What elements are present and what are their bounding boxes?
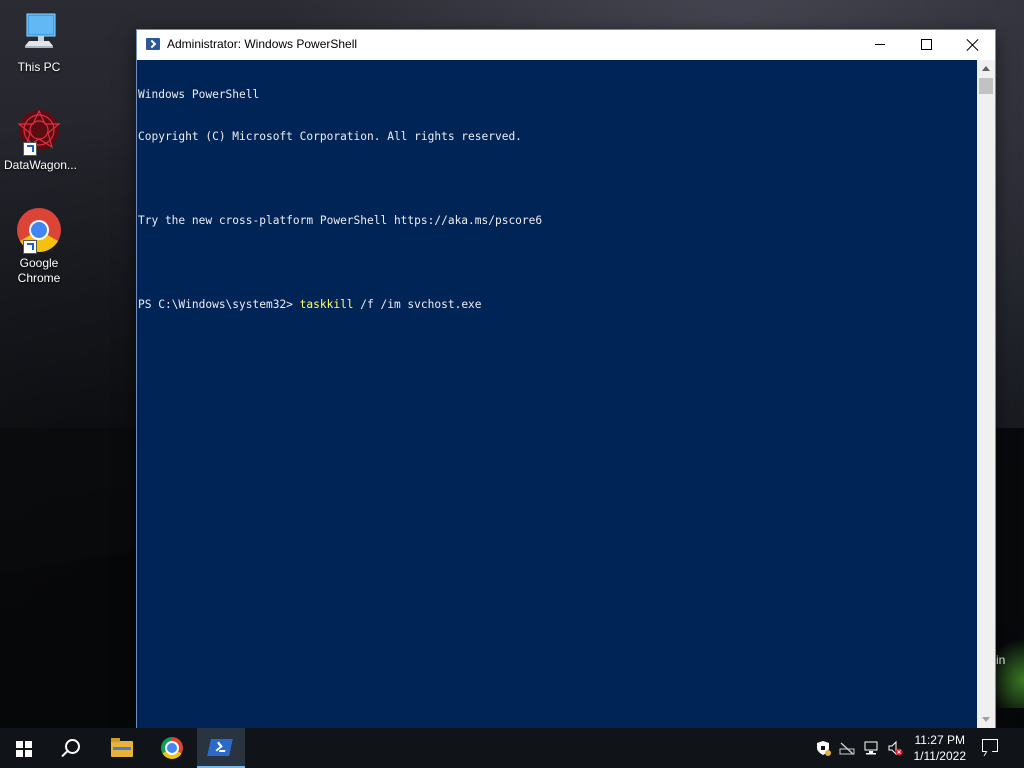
close-button[interactable] (949, 30, 995, 60)
taskbar-file-explorer[interactable] (98, 728, 146, 768)
start-icon (16, 741, 32, 757)
partial-desktop-text: in (996, 653, 1006, 667)
maximize-icon (921, 39, 932, 50)
powershell-icon (207, 739, 233, 756)
console-input-line[interactable]: PS C:\Windows\system32> taskkill /f /im … (138, 298, 977, 312)
file-explorer-icon (111, 738, 133, 757)
search-icon (65, 739, 80, 754)
clock-time: 11:27 PM (914, 733, 965, 747)
search-button[interactable] (48, 728, 96, 768)
action-center-button[interactable] (968, 728, 1014, 768)
network-disabled-icon[interactable] (839, 740, 855, 756)
taskbar: 11:27 PM 1/11/2022 (0, 728, 1024, 768)
taskbar-powershell[interactable] (197, 728, 245, 768)
notification-icon (982, 739, 998, 752)
close-icon (966, 38, 980, 52)
scroll-thumb[interactable] (979, 78, 993, 94)
console-line: Try the new cross-platform PowerShell ht… (138, 214, 543, 227)
chrome-icon (15, 206, 63, 254)
console-prompt: PS C:\Windows\system32> (138, 298, 300, 311)
minimize-button[interactable] (857, 30, 903, 60)
minimize-icon (875, 44, 885, 45)
scroll-down-button[interactable] (977, 711, 995, 728)
shortcut-arrow-icon (23, 240, 37, 254)
console-line: Windows PowerShell (138, 88, 260, 101)
desktop-icon-label: Google Chrome (17, 256, 61, 285)
console-output[interactable]: Windows PowerShell Copyright (C) Microso… (137, 60, 977, 728)
computer-icon (15, 10, 63, 58)
desktop-icon-datawagon[interactable]: DataWagon... (4, 108, 77, 173)
console-command: taskkill (299, 298, 354, 311)
security-icon[interactable] (815, 740, 831, 756)
title-bar[interactable]: Administrator: Windows PowerShell (137, 30, 995, 60)
console-line: Copyright (C) Microsoft Corporation. All… (138, 130, 522, 143)
datawagon-icon (15, 108, 63, 156)
start-button[interactable] (0, 728, 48, 768)
maximize-button[interactable] (903, 30, 949, 60)
powershell-window[interactable]: Administrator: Windows PowerShell Window… (137, 30, 995, 728)
volume-muted-icon[interactable] (887, 740, 903, 756)
desktop-icon-this-pc[interactable]: This PC (4, 10, 74, 75)
console-command-args: /f /im svchost.exe (353, 298, 482, 311)
chrome-icon (161, 737, 183, 759)
clock-date: 1/11/2022 (913, 749, 967, 763)
system-clock[interactable]: 11:27 PM 1/11/2022 (914, 732, 967, 764)
desktop-icon-label: This PC (17, 60, 61, 74)
desktop-icon-label: DataWagon... (4, 158, 77, 172)
taskbar-chrome[interactable] (148, 728, 196, 768)
shortcut-arrow-icon (23, 142, 37, 156)
powershell-icon (146, 38, 160, 50)
window-title: Administrator: Windows PowerShell (167, 37, 358, 51)
vertical-scrollbar[interactable] (977, 60, 995, 728)
scroll-up-button[interactable] (977, 60, 995, 77)
desktop-icon-google-chrome[interactable]: Google Chrome (4, 206, 74, 286)
network-icon[interactable] (863, 740, 879, 756)
